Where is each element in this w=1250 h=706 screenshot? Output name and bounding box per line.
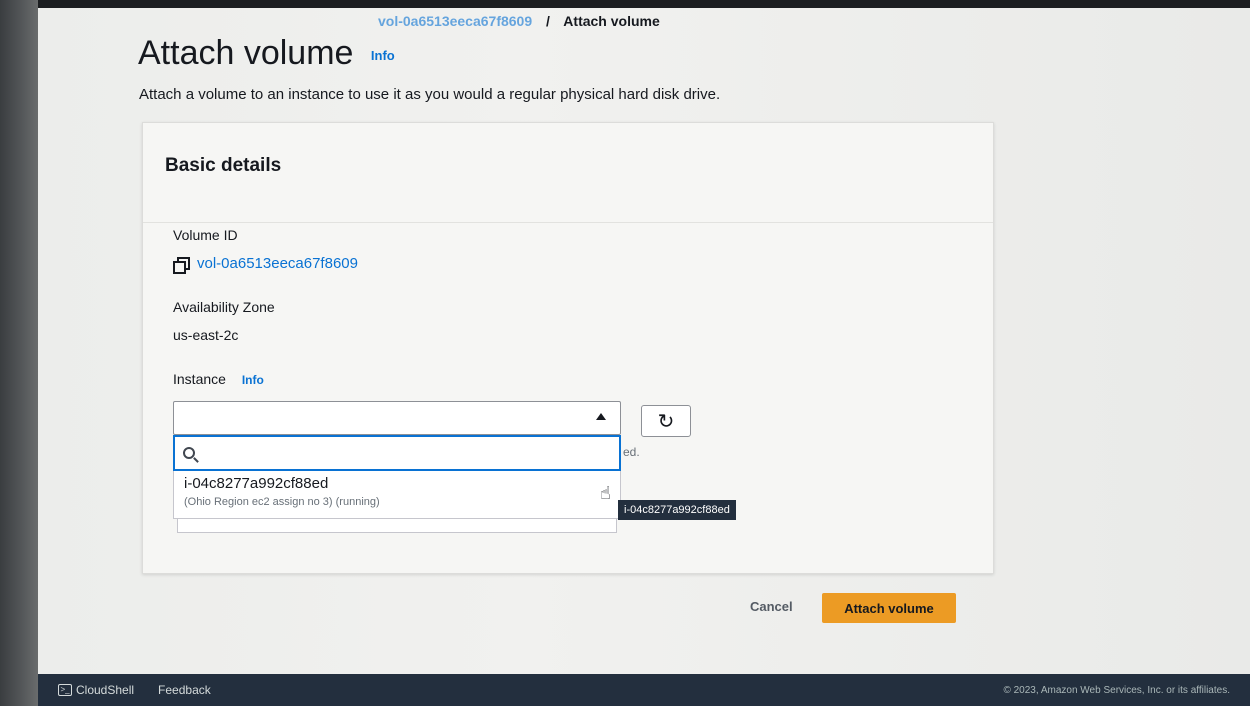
- hand-cursor-icon: ☝: [600, 483, 611, 503]
- instance-search-input[interactable]: [203, 437, 619, 469]
- page-description: Attach a volume to an instance to use it…: [139, 86, 721, 103]
- instance-info-link[interactable]: Info: [242, 373, 264, 387]
- page-title: Attach volume Info: [138, 34, 395, 73]
- top-bezel: [0, 0, 1250, 8]
- attach-volume-button[interactable]: Attach volume: [822, 593, 956, 623]
- console-footer: >_ CloudShell Feedback © 2023, Amazon We…: [38, 674, 1250, 706]
- availability-zone-label: Availability Zone: [173, 299, 275, 315]
- title-info-link[interactable]: Info: [371, 48, 395, 63]
- basic-details-panel: Basic details Volume ID vol-0a6513eeca67…: [142, 122, 994, 574]
- screen: vol-0a6513eeca67f8609 / Attach volume At…: [38, 8, 1250, 674]
- refresh-button[interactable]: ↻: [641, 405, 691, 437]
- copyright-text: © 2023, Amazon Web Services, Inc. or its…: [1003, 684, 1230, 696]
- instance-option-id: i-04c8277a992cf88ed: [184, 475, 329, 492]
- hint-text-fragment: ed.: [623, 445, 640, 459]
- cancel-button[interactable]: Cancel: [750, 599, 793, 614]
- cloudshell-icon: >_: [58, 684, 72, 696]
- dropdown-bottom-edge: [177, 519, 617, 533]
- instance-label-text: Instance: [173, 371, 226, 387]
- volume-id-label: Volume ID: [173, 227, 238, 243]
- breadcrumb: vol-0a6513eeca67f8609 / Attach volume: [378, 13, 660, 29]
- instance-label: Instance Info: [173, 371, 264, 387]
- instance-option[interactable]: i-04c8277a992cf88ed (Ohio Region ec2 ass…: [173, 471, 621, 519]
- cloudshell-button[interactable]: >_ CloudShell: [58, 683, 134, 697]
- instance-select[interactable]: [173, 401, 621, 435]
- instance-search-field[interactable]: [173, 435, 621, 471]
- breadcrumb-separator: /: [546, 13, 550, 29]
- availability-zone-value: us-east-2c: [173, 327, 239, 343]
- refresh-icon: ↻: [657, 410, 675, 433]
- instance-tooltip: i-04c8277a992cf88ed: [618, 500, 736, 520]
- volume-id-value[interactable]: vol-0a6513eeca67f8609: [173, 255, 358, 274]
- page-title-text: Attach volume: [138, 34, 354, 72]
- instance-option-description: (Ohio Region ec2 assign no 3) (running): [184, 496, 380, 508]
- panel-title: Basic details: [165, 155, 282, 176]
- breadcrumb-current: Attach volume: [563, 13, 660, 29]
- left-bezel: [0, 0, 38, 706]
- caret-up-icon: [596, 413, 606, 420]
- breadcrumb-parent-link[interactable]: vol-0a6513eeca67f8609: [378, 13, 532, 29]
- copy-icon[interactable]: [173, 256, 190, 274]
- panel-header: Basic details: [143, 123, 993, 223]
- volume-id-link[interactable]: vol-0a6513eeca67f8609: [197, 255, 358, 272]
- cloudshell-label: CloudShell: [76, 683, 135, 697]
- search-icon: [183, 447, 195, 459]
- feedback-button[interactable]: Feedback: [158, 683, 211, 697]
